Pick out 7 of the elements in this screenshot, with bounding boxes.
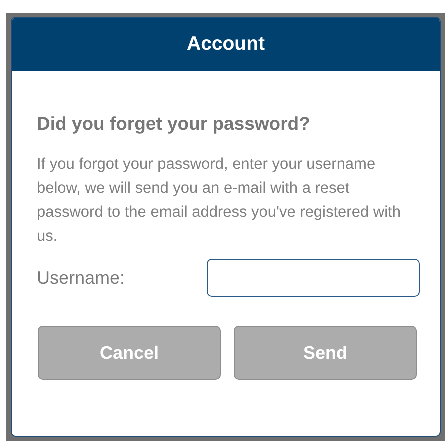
send-button[interactable]: Send bbox=[234, 326, 417, 380]
username-field[interactable] bbox=[207, 259, 420, 297]
dialog-heading: Did you forget your password? bbox=[37, 113, 312, 135]
instruction-text: If you forgot your password, enter your username below, we will send you an e-mail with a reset password to the email address you've registered with us. bbox=[37, 155, 402, 247]
cancel-button[interactable]: Cancel bbox=[38, 326, 221, 380]
dialog-title: Account bbox=[187, 33, 265, 56]
username-label: Username: bbox=[37, 268, 126, 288]
